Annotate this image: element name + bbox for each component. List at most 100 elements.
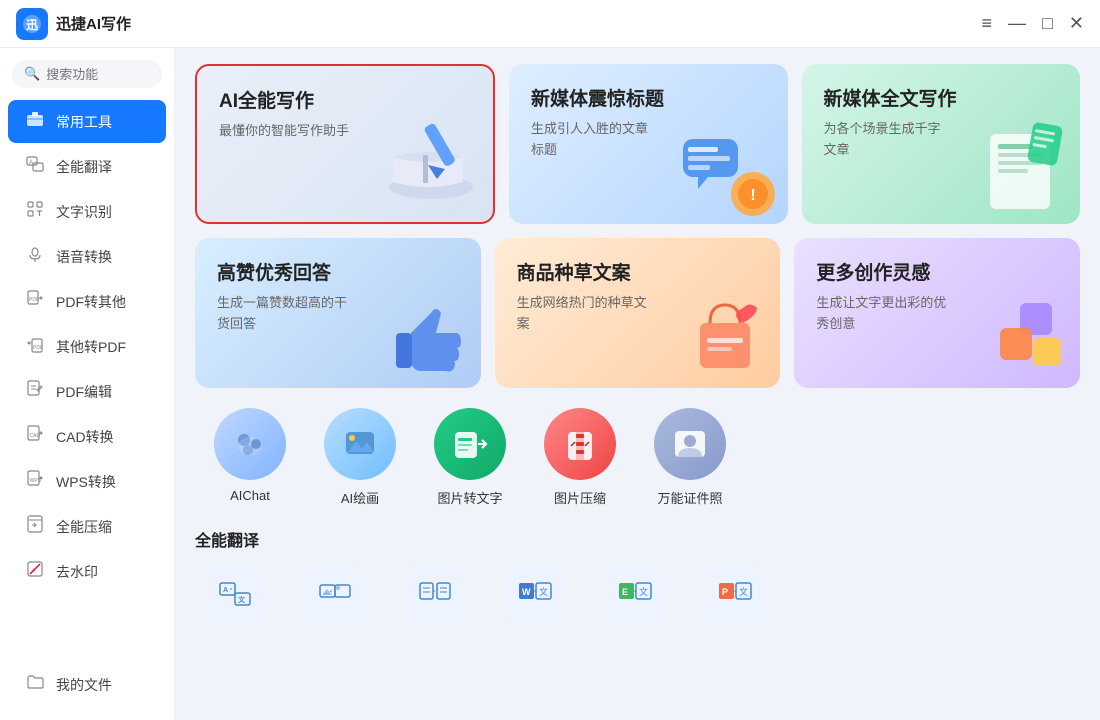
svg-text:迅: 迅 xyxy=(26,18,38,32)
sidebar-item-label: 全能压缩 xyxy=(56,517,112,537)
sidebar-bottom: 我的文件 xyxy=(0,663,174,708)
sidebar-item-wps[interactable]: WPS WPS转换 xyxy=(8,460,166,503)
search-input[interactable] xyxy=(46,67,150,82)
icon-label: AIChat xyxy=(230,488,270,503)
card-title: 新媒体全文写作 xyxy=(824,84,1059,111)
svg-text:WPS: WPS xyxy=(30,478,42,484)
sidebar-item-compress[interactable]: 全能压缩 xyxy=(8,505,166,548)
svg-text:PDF: PDF xyxy=(29,297,39,303)
bottom-icon-translate-ppt[interactable]: P 文 xyxy=(695,565,775,625)
icon-label: 万能证件照 xyxy=(657,488,722,507)
card-title: 更多创作灵感 xyxy=(816,258,1058,285)
sidebar: 🔍 常用工具 A 全能翻译 xyxy=(0,48,175,720)
minimize-icon[interactable]: — xyxy=(1008,13,1026,34)
sidebar-item-label: 全能翻译 xyxy=(56,157,112,177)
svg-text:文: 文 xyxy=(739,586,748,597)
compress-icon xyxy=(24,515,46,538)
sidebar-item-label: CAD转换 xyxy=(56,427,114,447)
icon-item-aichat[interactable]: AIChat xyxy=(205,408,295,507)
icon-item-img-text[interactable]: 图片转文字 xyxy=(425,408,515,507)
sidebar-item-ocr[interactable]: 文字识别 xyxy=(8,190,166,233)
card-desc: 生成一篇赞数超高的干货回答 xyxy=(217,293,350,335)
sidebar-item-common-tools[interactable]: 常用工具 xyxy=(8,100,166,143)
svg-text:E: E xyxy=(622,587,628,597)
translate-icon: A xyxy=(24,155,46,178)
sidebar-item-pdf-edit[interactable]: PDF编辑 xyxy=(8,370,166,413)
sidebar-item-label: PDF编辑 xyxy=(56,382,112,402)
svg-text:P: P xyxy=(722,587,728,597)
sidebar-item-label: 其他转PDF xyxy=(56,337,126,357)
sidebar-item-my-files[interactable]: 我的文件 xyxy=(8,663,166,706)
folder-icon xyxy=(24,673,46,696)
sidebar-item-label: WPS转换 xyxy=(56,472,116,492)
sidebar-item-other-pdf[interactable]: PDF 其他转PDF xyxy=(8,325,166,368)
card-title: 高赞优秀回答 xyxy=(217,258,459,285)
card-high-praise[interactable]: 高赞优秀回答 生成一篇赞数超高的干货回答 xyxy=(195,238,481,388)
card-product-grass[interactable]: 商品种草文案 生成网络热门的种草文案 xyxy=(495,238,781,388)
sidebar-item-translate[interactable]: A 全能翻译 xyxy=(8,145,166,188)
window-controls: ≡ — □ ✕ xyxy=(982,13,1084,34)
title-bar: 迅 迅捷AI写作 ≡ — □ ✕ xyxy=(0,0,1100,48)
ocr-icon xyxy=(24,200,46,223)
card-new-media-title[interactable]: 新媒体震惊标题 生成引人入胜的文章标题 ! xyxy=(509,64,788,224)
bottom-icon-translate-text[interactable]: A 文 xyxy=(195,565,275,625)
sidebar-item-label: 语音转换 xyxy=(56,247,112,267)
bottom-icon-row: A 文 xyxy=(195,565,1080,625)
watermark-icon: A xyxy=(24,560,46,583)
bottom-icon-translate-doc[interactable] xyxy=(395,565,475,625)
svg-text:文: 文 xyxy=(639,586,648,597)
pdf-other-icon: PDF xyxy=(24,290,46,313)
wps-icon: WPS xyxy=(24,470,46,493)
app-title: 迅捷AI写作 xyxy=(56,13,982,34)
svg-text:A: A xyxy=(223,587,228,594)
menu-icon[interactable]: ≡ xyxy=(982,13,993,34)
maximize-icon[interactable]: □ xyxy=(1042,13,1053,34)
svg-text:!: ! xyxy=(750,187,755,204)
bottom-icon-translate-img[interactable] xyxy=(295,565,375,625)
icon-label: AI绘画 xyxy=(341,488,379,507)
sidebar-item-label: 常用工具 xyxy=(56,112,112,132)
svg-text:文: 文 xyxy=(238,595,246,604)
card-desc: 最懂你的智能写作助手 xyxy=(219,121,358,142)
sidebar-item-label: 文字识别 xyxy=(56,202,112,222)
svg-text:CAD: CAD xyxy=(30,433,41,439)
icon-item-ai-draw[interactable]: AI绘画 xyxy=(315,408,405,507)
icon-item-img-compress[interactable]: 图片压缩 xyxy=(535,408,625,507)
svg-text:PDF: PDF xyxy=(33,345,43,351)
bottom-icon-translate-excel[interactable]: E 文 xyxy=(595,565,675,625)
voice-icon xyxy=(24,245,46,268)
card-desc: 为各个场景生成千字文章 xyxy=(824,119,953,161)
section-title-translate: 全能翻译 xyxy=(195,527,1080,551)
card-ai-writing[interactable]: AI全能写作 最懂你的智能写作助手 xyxy=(195,64,495,224)
icon-item-id-photo[interactable]: 万能证件照 xyxy=(645,408,735,507)
pdf-edit-icon xyxy=(24,380,46,403)
card-more-ideas[interactable]: 更多创作灵感 生成让文字更出彩的优秀创意 xyxy=(794,238,1080,388)
sidebar-item-voice[interactable]: 语音转换 xyxy=(8,235,166,278)
search-box[interactable]: 🔍 xyxy=(12,60,162,88)
card-new-media-full[interactable]: 新媒体全文写作 为各个场景生成千字文章 xyxy=(802,64,1081,224)
mid-cards-grid: 高赞优秀回答 生成一篇赞数超高的干货回答 商品种草文案 生成网络热门的种草文案 xyxy=(195,238,1080,388)
main-layout: 🔍 常用工具 A 全能翻译 xyxy=(0,48,1100,720)
card-desc: 生成网络热门的种草文案 xyxy=(517,293,650,335)
icon-label: 图片压缩 xyxy=(554,488,606,507)
card-desc: 生成让文字更出彩的优秀创意 xyxy=(816,293,949,335)
svg-text:文: 文 xyxy=(539,586,548,597)
other-pdf-icon: PDF xyxy=(24,335,46,358)
sidebar-item-cad[interactable]: CAD CAD转换 xyxy=(8,415,166,458)
content-area: AI全能写作 最懂你的智能写作助手 xyxy=(175,48,1100,720)
close-icon[interactable]: ✕ xyxy=(1069,13,1084,34)
sidebar-item-pdf-other[interactable]: PDF PDF转其他 xyxy=(8,280,166,323)
icon-row: AIChat AI绘画 xyxy=(195,408,1080,507)
card-title: 商品种草文案 xyxy=(517,258,759,285)
icon-label: 图片转文字 xyxy=(437,488,502,507)
sidebar-item-label: 我的文件 xyxy=(56,675,112,695)
top-cards-grid: AI全能写作 最懂你的智能写作助手 xyxy=(195,64,1080,224)
sidebar-item-label: 去水印 xyxy=(56,562,98,582)
toolbox-icon xyxy=(24,110,46,133)
card-title: 新媒体震惊标题 xyxy=(531,84,766,111)
cad-icon: CAD xyxy=(24,425,46,448)
sidebar-item-watermark[interactable]: A 去水印 xyxy=(8,550,166,593)
search-icon: 🔍 xyxy=(24,66,40,82)
bottom-icon-translate-word[interactable]: W 文 xyxy=(495,565,575,625)
card-desc: 生成引人入胜的文章标题 xyxy=(531,119,660,161)
